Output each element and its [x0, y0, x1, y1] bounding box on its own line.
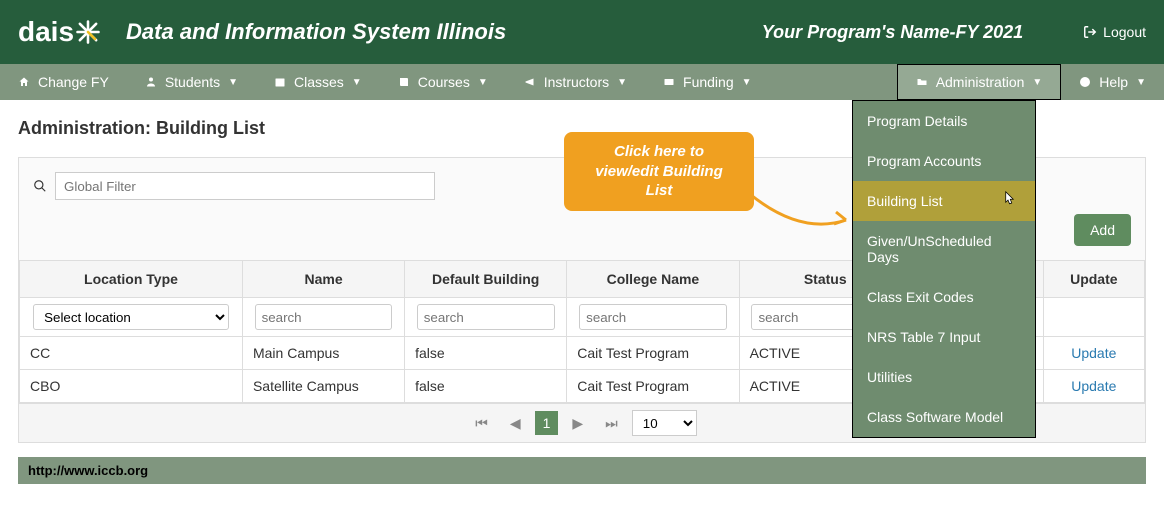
college-name-search-input[interactable] [579, 304, 727, 330]
pager-size-select[interactable]: 10 [632, 410, 697, 436]
dropdown-given-unscheduled[interactable]: Given/UnScheduled Days [853, 221, 1035, 277]
caret-down-icon: ▼ [742, 77, 752, 88]
nav-courses-label: Courses [418, 74, 470, 90]
nav-funding[interactable]: Funding ▼ [645, 64, 770, 100]
nav-classes-label: Classes [294, 74, 344, 90]
dropdown-nrs-table7[interactable]: NRS Table 7 Input [853, 317, 1035, 357]
footer-url[interactable]: http://www.iccb.org [18, 457, 1146, 484]
nav-administration-label: Administration [936, 74, 1025, 90]
pager-first[interactable]: ⏮ [467, 411, 496, 436]
nav-change-fy-label: Change FY [38, 74, 109, 90]
app-title: Data and Information System Illinois [126, 19, 762, 45]
megaphone-icon [524, 76, 536, 88]
cursor-pointer-icon [999, 189, 1017, 211]
nav-funding-label: Funding [683, 74, 734, 90]
home-icon [18, 76, 30, 88]
dropdown-utilities[interactable]: Utilities [853, 357, 1035, 397]
logout-link[interactable]: Logout [1083, 24, 1146, 40]
th-name[interactable]: Name [242, 261, 404, 298]
update-link[interactable]: Update [1071, 378, 1116, 394]
dropdown-class-software-model[interactable]: Class Software Model [853, 397, 1035, 437]
dropdown-building-list[interactable]: Building List [853, 181, 1035, 221]
location-type-select[interactable]: Select location [33, 304, 229, 330]
nav-classes[interactable]: Classes ▼ [256, 64, 380, 100]
cell-default-building: false [405, 337, 567, 370]
pager-page[interactable]: 1 [535, 411, 559, 435]
cell-location-type: CC [20, 337, 243, 370]
annotation-callout: Click here to view/edit Building List [564, 132, 754, 211]
dropdown-program-details[interactable]: Program Details [853, 101, 1035, 141]
cell-name: Main Campus [242, 337, 404, 370]
cell-college-name: Cait Test Program [567, 337, 739, 370]
nav-help-label: Help [1099, 74, 1128, 90]
book-icon [398, 76, 410, 88]
logo-asterisk-icon [74, 18, 102, 46]
nav-courses[interactable]: Courses ▼ [380, 64, 506, 100]
caret-down-icon: ▼ [478, 77, 488, 88]
nav-help[interactable]: Help ▼ [1061, 64, 1164, 100]
nav-change-fy[interactable]: Change FY [0, 64, 127, 100]
caret-down-icon: ▼ [228, 77, 238, 88]
dropdown-building-list-label: Building List [867, 193, 943, 209]
caret-down-icon: ▼ [1032, 77, 1042, 88]
th-location-type[interactable]: Location Type [20, 261, 243, 298]
logo: dais [18, 16, 104, 48]
caret-down-icon: ▼ [617, 77, 627, 88]
th-default-building[interactable]: Default Building [405, 261, 567, 298]
nav-instructors-label: Instructors [544, 74, 609, 90]
global-filter-input[interactable] [55, 172, 435, 200]
app-header: dais Data and Information System Illinoi… [0, 0, 1164, 64]
dropdown-class-exit-codes[interactable]: Class Exit Codes [853, 277, 1035, 317]
administration-dropdown: Program Details Program Accounts Buildin… [852, 100, 1036, 438]
add-button[interactable]: Add [1074, 214, 1131, 246]
nav-administration[interactable]: Administration ▼ [897, 64, 1062, 100]
program-name: Your Program's Name-FY 2021 [762, 22, 1023, 43]
logo-text: dais [18, 16, 74, 48]
caret-down-icon: ▼ [352, 77, 362, 88]
th-update[interactable]: Update [1043, 261, 1144, 298]
th-college-name[interactable]: College Name [567, 261, 739, 298]
cell-college-name: Cait Test Program [567, 370, 739, 403]
folder-icon [916, 76, 928, 88]
main-nav: Change FY Students ▼ Classes ▼ Courses ▼… [0, 64, 1164, 100]
cell-location-type: CBO [20, 370, 243, 403]
name-search-input[interactable] [255, 304, 393, 330]
person-icon [145, 76, 157, 88]
default-building-search-input[interactable] [417, 304, 555, 330]
nav-students[interactable]: Students ▼ [127, 64, 256, 100]
logout-label: Logout [1103, 24, 1146, 40]
help-icon [1079, 76, 1091, 88]
annotation-arrow-icon [746, 190, 856, 240]
caret-down-icon: ▼ [1136, 77, 1146, 88]
card-icon [663, 76, 675, 88]
search-icon [33, 179, 47, 193]
pager-prev[interactable]: ◀ [502, 411, 529, 436]
nav-students-label: Students [165, 74, 220, 90]
pager-next[interactable]: ▶ [564, 411, 591, 436]
nav-instructors[interactable]: Instructors ▼ [506, 64, 645, 100]
logout-icon [1083, 25, 1097, 39]
pager-last[interactable]: ⏭ [597, 411, 626, 436]
dropdown-program-accounts[interactable]: Program Accounts [853, 141, 1035, 181]
cell-name: Satellite Campus [242, 370, 404, 403]
update-link[interactable]: Update [1071, 345, 1116, 361]
calendar-icon [274, 76, 286, 88]
cell-default-building: false [405, 370, 567, 403]
